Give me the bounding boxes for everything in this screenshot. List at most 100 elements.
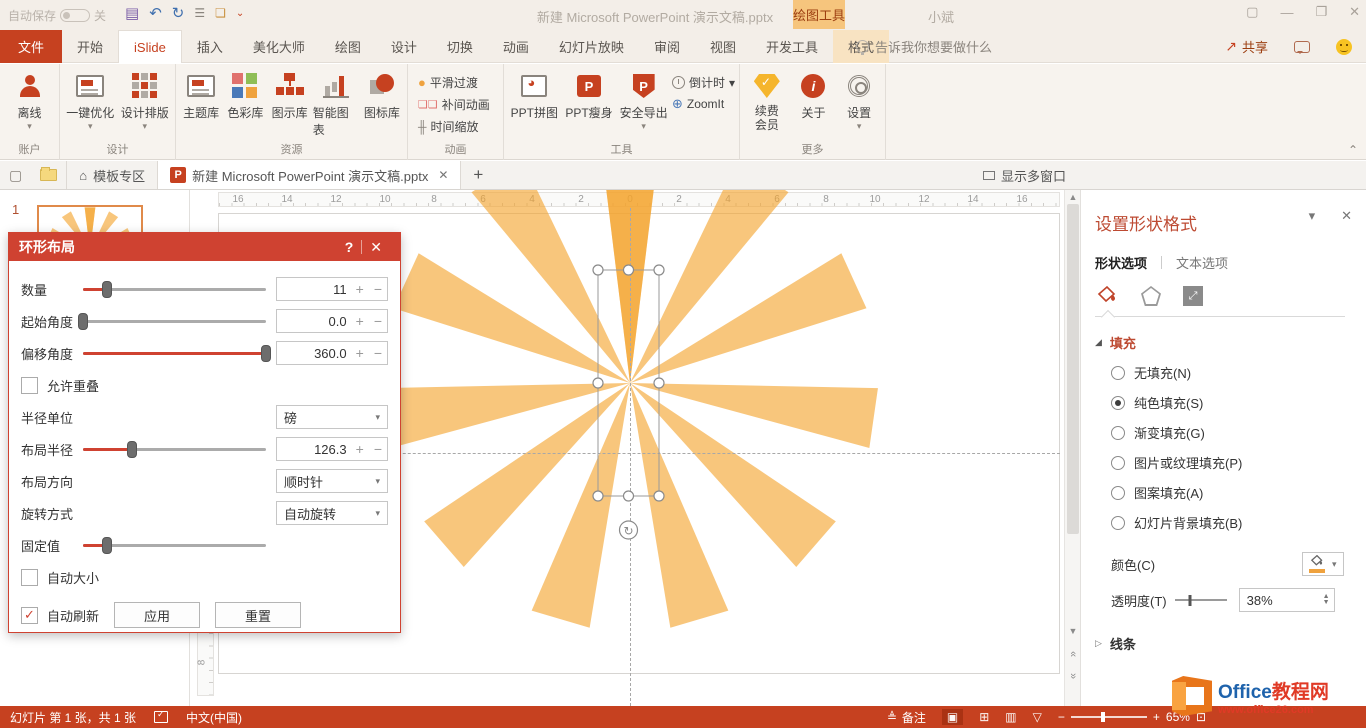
template-zone-tab[interactable]: ⌂ 模板专区 bbox=[66, 161, 157, 189]
diagram-library-button[interactable]: 图示库 bbox=[268, 68, 310, 121]
ribbon-tab-12[interactable]: 开发工具 bbox=[751, 30, 833, 63]
ribbon-tab-7[interactable]: 切换 bbox=[432, 30, 488, 63]
settings-button[interactable]: 设置 ▾ bbox=[837, 68, 881, 129]
resize-handle[interactable] bbox=[593, 265, 603, 275]
resize-handle[interactable] bbox=[624, 491, 634, 501]
dialog-help-icon[interactable]: ? bbox=[337, 239, 362, 255]
new-file-icon[interactable]: ▢ bbox=[0, 161, 31, 189]
scrollbar-thumb[interactable] bbox=[1067, 204, 1079, 534]
normal-view-icon[interactable]: ▣ bbox=[942, 709, 963, 725]
fill-color-button[interactable]: ▾ bbox=[1302, 552, 1344, 576]
radio-icon[interactable] bbox=[1111, 366, 1125, 380]
transparency-input[interactable]: 38% ▲▼ bbox=[1239, 588, 1335, 612]
zoom-slider[interactable] bbox=[1071, 711, 1147, 723]
fixed-value-slider[interactable] bbox=[83, 535, 266, 555]
previous-slide-icon[interactable]: « bbox=[1067, 647, 1079, 661]
fill-option-5[interactable]: 幻灯片背景填充(B) bbox=[1111, 513, 1366, 532]
increment-icon[interactable]: + bbox=[351, 345, 369, 361]
fill-option-0[interactable]: 无填充(N) bbox=[1111, 363, 1366, 382]
smooth-transition-button[interactable]: ● 平滑过渡 bbox=[418, 74, 490, 91]
fill-option-2[interactable]: 渐变填充(G) bbox=[1111, 423, 1366, 442]
radio-icon[interactable] bbox=[1111, 456, 1125, 470]
radio-icon[interactable] bbox=[1111, 486, 1125, 500]
redo-icon[interactable]: ↻ bbox=[172, 4, 185, 22]
offline-button[interactable]: 离线 ▾ bbox=[4, 68, 55, 129]
ppt-slim-button[interactable]: P PPT瘦身 bbox=[563, 68, 616, 121]
comments-icon[interactable] bbox=[1294, 41, 1310, 53]
theme-library-button[interactable]: 主题库 bbox=[180, 68, 222, 121]
color-library-button[interactable]: 色彩库 bbox=[224, 68, 266, 121]
resize-handle[interactable] bbox=[654, 491, 664, 501]
time-scale-button[interactable]: ╫ 时间缩放 bbox=[418, 118, 490, 135]
autosave-toggle[interactable]: 自动保存 关 bbox=[8, 7, 106, 24]
feedback-smiley-icon[interactable] bbox=[1336, 39, 1352, 55]
scroll-up-icon[interactable]: ▲ bbox=[1065, 192, 1081, 202]
decrement-icon[interactable]: − bbox=[369, 345, 387, 361]
radio-icon[interactable] bbox=[1111, 516, 1125, 530]
slide-sorter-icon[interactable]: ⊞ bbox=[979, 710, 989, 724]
radius-unit-select[interactable]: 磅 ▾ bbox=[276, 405, 388, 429]
icon-library-button[interactable]: 图标库 bbox=[361, 68, 403, 121]
apply-button[interactable]: 应用 bbox=[114, 602, 200, 628]
increment-icon[interactable]: + bbox=[351, 441, 369, 457]
qat-list-icon[interactable]: ☰ bbox=[194, 6, 205, 20]
offset-angle-input[interactable]: 360.0 + − bbox=[276, 341, 388, 365]
open-folder-icon[interactable] bbox=[31, 161, 66, 189]
share-button[interactable]: ↗ 共享 bbox=[1225, 37, 1268, 56]
panel-close-icon[interactable]: ✕ bbox=[1341, 208, 1352, 224]
transparency-slider[interactable] bbox=[1175, 593, 1227, 607]
reading-view-icon[interactable]: ▥ bbox=[1005, 710, 1016, 724]
resize-handle[interactable] bbox=[654, 378, 664, 388]
fill-option-3[interactable]: 图片或纹理填充(P) bbox=[1111, 453, 1366, 472]
dialog-header[interactable]: 环形布局 ? ✕ bbox=[9, 233, 400, 261]
increment-icon[interactable]: + bbox=[351, 313, 369, 329]
language-indicator[interactable]: 中文(中国) bbox=[186, 709, 242, 726]
panel-dropdown-icon[interactable]: ▾ bbox=[1309, 208, 1316, 224]
fill-section-header[interactable]: ◢ 填充 bbox=[1095, 333, 1366, 352]
fill-option-4[interactable]: 图案填充(A) bbox=[1111, 483, 1366, 502]
undo-icon[interactable]: ↶ bbox=[149, 4, 162, 22]
spellcheck-icon[interactable] bbox=[154, 711, 168, 723]
scroll-down-icon[interactable]: ▼ bbox=[1065, 626, 1081, 636]
show-multi-window-button[interactable]: 显示多窗口 bbox=[983, 166, 1066, 185]
ribbon-tab-6[interactable]: 设计 bbox=[376, 30, 432, 63]
smart-chart-button[interactable]: 智能图表 bbox=[313, 68, 359, 138]
safe-export-button[interactable]: P 安全导出 ▾ bbox=[617, 68, 670, 129]
offset-angle-slider[interactable] bbox=[83, 343, 266, 363]
decrement-icon[interactable]: − bbox=[369, 281, 387, 297]
ribbon-tab-11[interactable]: 视图 bbox=[695, 30, 751, 63]
decrement-icon[interactable]: − bbox=[369, 313, 387, 329]
zoom-in-icon[interactable]: + bbox=[1153, 710, 1160, 724]
ppt-collage-button[interactable]: PPT拼图 bbox=[508, 68, 561, 121]
resize-handle[interactable] bbox=[593, 378, 603, 388]
ribbon-tab-5[interactable]: 绘图 bbox=[320, 30, 376, 63]
countdown-button[interactable]: 倒计时 ▾ bbox=[672, 74, 735, 91]
reset-button[interactable]: 重置 bbox=[215, 602, 301, 628]
account-window-icon[interactable]: ▢ bbox=[1246, 4, 1258, 20]
start-angle-input[interactable]: 0.0 + − bbox=[276, 309, 388, 333]
radio-icon[interactable] bbox=[1111, 426, 1125, 440]
next-slide-icon[interactable]: » bbox=[1067, 669, 1079, 683]
autosave-toggle-pill[interactable] bbox=[60, 9, 90, 22]
notes-button[interactable]: ≜ 备注 bbox=[887, 709, 926, 726]
size-properties-icon[interactable]: ⤢ bbox=[1183, 286, 1203, 306]
resize-handle[interactable] bbox=[593, 491, 603, 501]
one-click-optimize-button[interactable]: 一键优化 ▾ bbox=[64, 68, 117, 129]
fill-bucket-icon[interactable] bbox=[1095, 286, 1119, 306]
save-icon[interactable]: ▤ bbox=[125, 4, 139, 22]
document-tab[interactable]: P 新建 Microsoft PowerPoint 演示文稿.pptx ✕ bbox=[157, 161, 461, 189]
ribbon-tab-8[interactable]: 动画 bbox=[488, 30, 544, 63]
tab-close-icon[interactable]: ✕ bbox=[438, 168, 448, 182]
auto-refresh-checkbox[interactable]: ✓ bbox=[21, 607, 38, 624]
new-tab-button[interactable]: + bbox=[461, 161, 495, 189]
resize-handle[interactable] bbox=[654, 265, 664, 275]
layout-direction-select[interactable]: 顺时针 ▾ bbox=[276, 469, 388, 493]
vertical-scrollbar[interactable]: ▲ ▼ « » bbox=[1064, 190, 1080, 706]
effects-pentagon-icon[interactable] bbox=[1141, 286, 1161, 306]
auto-size-checkbox[interactable] bbox=[21, 569, 38, 586]
line-section-header[interactable]: ▷ 线条 bbox=[1095, 634, 1366, 653]
close-icon[interactable]: ✕ bbox=[1349, 4, 1360, 20]
about-button[interactable]: i 关于 bbox=[792, 68, 836, 121]
design-layout-button[interactable]: 设计排版 ▾ bbox=[119, 68, 172, 129]
ribbon-tab-3[interactable]: 插入 bbox=[182, 30, 238, 63]
